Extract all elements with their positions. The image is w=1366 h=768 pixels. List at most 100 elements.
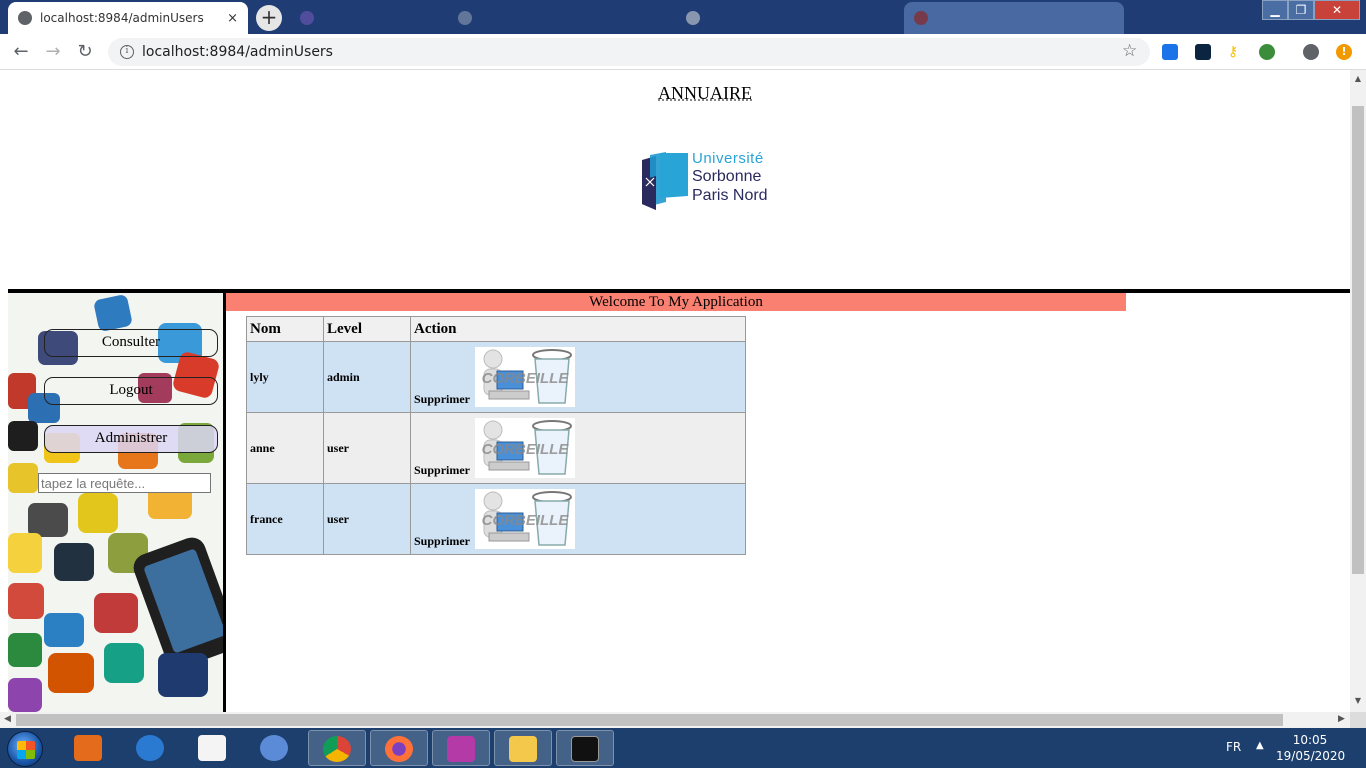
- google-icon: [686, 11, 700, 25]
- tab-google-translate[interactable]: [676, 2, 896, 34]
- horizontal-scroll-thumb[interactable]: [16, 714, 1283, 726]
- screen: localhost:8984/adminUsers × + ▁ ❐ ✕ ← → …: [0, 0, 1366, 768]
- scroll-left-arrow-icon[interactable]: ◀: [4, 714, 11, 724]
- profile-icon[interactable]: [1303, 44, 1319, 60]
- check-extension-icon[interactable]: [1195, 44, 1211, 60]
- globe-icon: [18, 11, 32, 25]
- taskbar-notepad[interactable]: [184, 730, 242, 766]
- tab-close-icon[interactable]: ×: [227, 11, 238, 26]
- back-arrow-icon[interactable]: ←: [10, 41, 32, 63]
- clock-date: 19/05/2020: [1276, 749, 1346, 763]
- user-action-cell: Supprimer CORBEILLE: [410, 341, 746, 413]
- command-prompt-icon: [571, 736, 599, 762]
- windows-taskbar: FR ▲ 10:05 19/05/2020: [0, 728, 1366, 768]
- search-extension-icon[interactable]: [1162, 44, 1178, 60]
- chrome-icon: [323, 736, 351, 762]
- url-text[interactable]: localhost:8984/adminUsers: [142, 44, 333, 60]
- page-title: ANNUAIRE: [658, 83, 752, 103]
- taskbar-internet-explorer[interactable]: [122, 730, 180, 766]
- page-icon: [458, 11, 472, 25]
- logo-line-paris-nord: Paris Nord: [692, 187, 768, 204]
- trash-delete-icon[interactable]: CORBEILLE: [475, 489, 576, 549]
- taskbar-chromium[interactable]: [246, 730, 304, 766]
- corbeille-label: CORBEILLE: [482, 441, 570, 458]
- table-row: lyly admin Supprimer CORBEILLE: [246, 341, 746, 413]
- new-tab-button[interactable]: +: [256, 5, 282, 31]
- user-action-cell: Supprimer CORBEILLE: [410, 412, 746, 484]
- scroll-down-arrow-icon[interactable]: ▼: [1350, 696, 1366, 705]
- column-header-nom: Nom: [246, 316, 324, 342]
- taskbar-command-prompt[interactable]: [556, 730, 614, 766]
- corbeille-label: CORBEILLE: [482, 512, 570, 529]
- taskbar-file-explorer[interactable]: [494, 730, 552, 766]
- system-clock[interactable]: 10:05 19/05/2020: [1276, 732, 1346, 764]
- visual-studio-icon: [447, 736, 475, 762]
- scroll-up-arrow-icon[interactable]: ▲: [1350, 74, 1366, 83]
- media-player-icon: [74, 735, 102, 761]
- sidebar: Consulter Logout Administrer: [8, 293, 223, 712]
- vertical-scroll-thumb[interactable]: [1352, 106, 1364, 574]
- horizontal-scrollbar[interactable]: ◀ ▶: [0, 712, 1350, 728]
- browser-tabstrip: localhost:8984/adminUsers × + ▁ ❐ ✕: [0, 0, 1366, 34]
- page-content: ANNUAIRE Université Sorbonne Paris Nord: [0, 70, 1350, 712]
- tab-english-page[interactable]: [904, 2, 1124, 34]
- vertical-scrollbar[interactable]: ▲ ▼: [1350, 70, 1366, 712]
- firefox-icon: [385, 736, 413, 762]
- close-window-button[interactable]: ✕: [1314, 0, 1360, 20]
- search-input[interactable]: [38, 473, 211, 493]
- supprimer-label: Supprimer: [414, 392, 471, 406]
- logo-line-universite: Université: [692, 150, 764, 167]
- taskbar-chrome[interactable]: [308, 730, 366, 766]
- address-bar[interactable]: i localhost:8984/adminUsers: [108, 38, 1150, 66]
- user-name-cell: lyly: [246, 341, 324, 413]
- chromium-icon: [260, 735, 288, 761]
- maximize-button[interactable]: ❐: [1288, 0, 1314, 20]
- key-extension-icon[interactable]: ⚷: [1228, 44, 1244, 60]
- reload-icon[interactable]: ↻: [74, 41, 96, 63]
- globe-extension-icon[interactable]: [1259, 44, 1275, 60]
- windows-logo-icon: [17, 741, 35, 759]
- corbeille-label: CORBEILLE: [482, 370, 570, 387]
- user-level-cell: user: [323, 483, 411, 555]
- browser-toolbar: ← → ↻ i localhost:8984/adminUsers ☆ ⚷ !: [0, 34, 1366, 70]
- table-row: france user Supprimer CORBEILLE: [246, 483, 746, 555]
- minimize-button[interactable]: ▁: [1262, 0, 1288, 20]
- language-indicator[interactable]: FR: [1226, 740, 1241, 754]
- taskbar-firefox[interactable]: [370, 730, 428, 766]
- logo-line-sorbonne: Sorbonne: [692, 168, 762, 185]
- show-hidden-icons-icon[interactable]: ▲: [1256, 740, 1264, 751]
- column-header-level: Level: [323, 316, 411, 342]
- table-row: anne user Supprimer CORBEILLE: [246, 412, 746, 484]
- scroll-right-arrow-icon[interactable]: ▶: [1338, 714, 1345, 724]
- trash-delete-icon[interactable]: CORBEILLE: [475, 347, 576, 407]
- table-header-row: Nom Level Action: [246, 316, 746, 342]
- administrer-button[interactable]: Administrer: [44, 425, 218, 453]
- user-name-cell: anne: [246, 412, 324, 484]
- notepad-icon: [198, 735, 226, 761]
- tab-app-page[interactable]: [448, 2, 668, 34]
- trash-delete-icon[interactable]: CORBEILLE: [475, 418, 576, 478]
- supprimer-label: Supprimer: [414, 463, 471, 477]
- internet-explorer-icon: [136, 735, 164, 761]
- tab-yahoo-mail[interactable]: [290, 2, 440, 34]
- users-table: Nom Level Action lyly admin Supprimer CO…: [246, 316, 746, 555]
- consulter-button[interactable]: Consulter: [44, 329, 218, 357]
- bookmark-star-icon[interactable]: ☆: [1122, 41, 1137, 61]
- logout-button[interactable]: Logout: [44, 377, 218, 405]
- taskbar-media-player[interactable]: [60, 730, 118, 766]
- column-header-action: Action: [410, 316, 746, 342]
- start-button[interactable]: [7, 731, 43, 767]
- tab-admin-users[interactable]: localhost:8984/adminUsers ×: [8, 2, 248, 34]
- user-action-cell: Supprimer CORBEILLE: [410, 483, 746, 555]
- sidebar-divider: [223, 293, 226, 712]
- university-logo: Université Sorbonne Paris Nord: [640, 150, 780, 212]
- info-icon[interactable]: i: [120, 45, 134, 59]
- update-alert-icon[interactable]: !: [1336, 44, 1352, 60]
- page-icon: [914, 11, 928, 25]
- taskbar-visual-studio[interactable]: [432, 730, 490, 766]
- welcome-banner: Welcome To My Application: [226, 293, 1126, 311]
- supprimer-label: Supprimer: [414, 534, 471, 548]
- user-level-cell: admin: [323, 341, 411, 413]
- forward-arrow-icon[interactable]: →: [42, 41, 64, 63]
- folder-icon: [509, 736, 537, 762]
